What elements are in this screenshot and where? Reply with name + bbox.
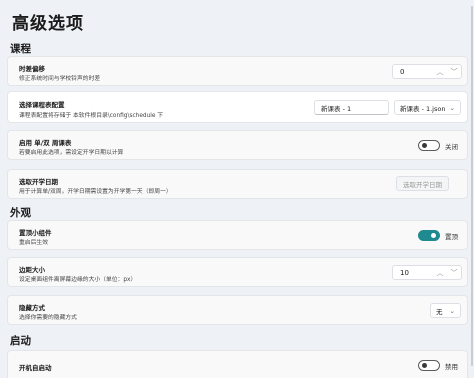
schedule-title: 选择课程表配置 xyxy=(19,101,65,109)
margin-input[interactable]: 10 ︿ ﹀ xyxy=(392,265,462,280)
scrollbar[interactable] xyxy=(471,6,473,366)
week-mode-title: 启用 单/双 周课表 xyxy=(19,139,72,147)
time-offset-value[interactable]: 0 xyxy=(393,68,433,76)
toggle-knob xyxy=(431,233,436,238)
pin-widget-toggle[interactable] xyxy=(418,230,440,241)
schedule-desc: 课程表配置将存储于 本软件根目录\config\schedule 下 xyxy=(19,113,164,119)
toggle-knob xyxy=(422,363,427,368)
margin-card: 边距大小 设定桌面组件离屏幕边缘的大小（单位：px） 10 ︿ ﹀ xyxy=(7,257,468,287)
toggle-knob xyxy=(422,143,427,148)
section-appearance: 外观 xyxy=(10,207,31,219)
time-offset-title: 时差偏移 xyxy=(19,65,45,73)
chevron-down-icon[interactable]: ﹀ xyxy=(447,67,461,77)
pin-widget-title: 置顶小组件 xyxy=(19,229,52,237)
schedule-name-value[interactable]: 新课表 - 1 xyxy=(321,103,351,113)
margin-desc: 设定桌面组件离屏幕边缘的大小（单位：px） xyxy=(19,277,137,283)
section-course: 课程 xyxy=(10,43,31,55)
hide-mode-select[interactable]: 无 ⌄ xyxy=(430,303,461,318)
schedule-name-input[interactable]: 新课表 - 1 xyxy=(314,100,389,115)
page-title: 高级选项 xyxy=(12,14,84,34)
time-offset-card: 时差偏移 修正系统时间与学校铃声的时差 0 ︿ ﹀ xyxy=(7,56,468,86)
hide-mode-title: 隐藏方式 xyxy=(19,304,45,312)
start-date-desc: 用于计算单/双周，开学日期需设置为开学第一天（即周一） xyxy=(19,189,172,195)
schedule-file-value[interactable]: 新课表 - 1.json xyxy=(400,103,445,113)
hide-mode-desc: 选择你需要的隐藏方式 xyxy=(19,315,77,321)
pin-widget-state-label: 置顶 xyxy=(445,233,458,241)
hide-mode-card: 隐藏方式 选择你需要的隐藏方式 无 ⌄ xyxy=(7,295,468,325)
schedule-file-select[interactable]: 新课表 - 1.json ⌄ xyxy=(394,100,461,115)
time-offset-input[interactable]: 0 ︿ ﹀ xyxy=(392,64,462,79)
margin-title: 边距大小 xyxy=(19,266,45,274)
week-mode-card: 启用 单/双 周课表 若要启用此选项，需设定开学日期以计算 关闭 xyxy=(7,130,468,160)
section-startup: 启动 xyxy=(10,335,31,347)
chevron-up-icon[interactable]: ︿ xyxy=(433,67,447,77)
autostart-card: 开机自启动 禁用 xyxy=(7,350,468,378)
pick-start-date-button[interactable]: 选取开学日期 xyxy=(396,176,449,191)
autostart-state-label: 禁用 xyxy=(445,363,458,371)
pin-widget-desc: 重启后生效 xyxy=(19,240,48,246)
week-mode-toggle[interactable] xyxy=(418,140,440,151)
chevron-down-icon: ⌄ xyxy=(449,306,455,315)
autostart-toggle[interactable] xyxy=(418,360,440,371)
week-mode-state-label: 关闭 xyxy=(445,143,458,151)
pick-start-date-label[interactable]: 选取开学日期 xyxy=(403,179,442,189)
schedule-card: 选择课程表配置 课程表配置将存储于 本软件根目录\config\schedule… xyxy=(7,91,468,123)
chevron-up-icon[interactable]: ︿ xyxy=(433,268,447,278)
week-mode-desc: 若要启用此选项，需设定开学日期以计算 xyxy=(19,150,124,156)
chevron-down-icon[interactable]: ﹀ xyxy=(447,268,461,278)
start-date-title: 选取开学日期 xyxy=(19,178,58,186)
time-offset-desc: 修正系统时间与学校铃声的时差 xyxy=(19,76,101,82)
hide-mode-value[interactable]: 无 xyxy=(436,306,443,316)
margin-value[interactable]: 10 xyxy=(393,269,433,277)
start-date-card: 选取开学日期 用于计算单/双周，开学日期需设置为开学第一天（即周一） 选取开学日… xyxy=(7,169,468,199)
autostart-title: 开机自启动 xyxy=(19,364,52,372)
chevron-down-icon: ⌄ xyxy=(449,103,455,112)
pin-widget-card: 置顶小组件 重启后生效 置顶 xyxy=(7,220,468,250)
